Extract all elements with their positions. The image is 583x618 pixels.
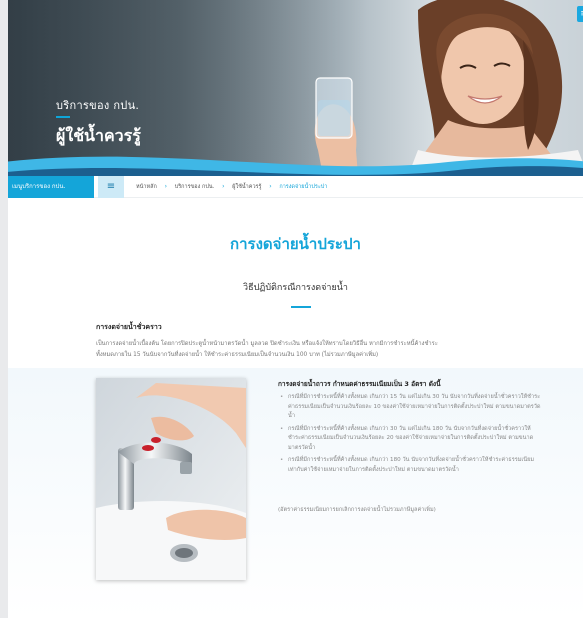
temporary-cutoff-text-line: เป็นการงดจ่ายน้ำเบื้องต้น โดยการปิดประตู… [96, 341, 438, 347]
list-item: กรณีที่มีการชำระหนี้ที่ค้างทั้งหมด เกินก… [280, 456, 542, 475]
chevron-right-icon: › [164, 183, 167, 190]
hero-wave [8, 156, 583, 176]
chevron-right-icon: › [222, 183, 225, 190]
temporary-cutoff-text-line: ทั้งหมดภายใน 15 วันนับจากวันที่งดจ่ายน้ำ… [96, 352, 379, 358]
breadcrumb: หน้าหลัก › บริการของ กปน. › ผู้ใช้น้ำควร… [136, 176, 327, 198]
breadcrumb-services[interactable]: บริการของ กปน. [175, 184, 215, 190]
hamburger-icon[interactable]: ≡ [98, 176, 124, 198]
hero-banner: บริการของ กปน. ผู้ใช้น้ำควรรู้ [8, 0, 583, 176]
hero-title: ผู้ใช้น้ำควรรู้ [56, 126, 141, 145]
faucet-photo [96, 378, 246, 580]
list-item: กรณีที่มีการชำระหนี้ที่ค้างทั้งหมด เกินก… [280, 393, 542, 422]
fee-note: (อัตราค่าธรรมเนียมการยกเลิกการงดจ่ายน้ำไ… [278, 507, 436, 513]
service-menu-button[interactable]: เมนูบริการของ กปน. [8, 176, 94, 198]
fee-rate-list: กรณีที่มีการชำระหนี้ที่ค้างทั้งหมด เกินก… [280, 393, 542, 478]
corner-menu-icon[interactable]: ≡ [577, 6, 583, 22]
list-item: กรณีที่มีการชำระหนี้ที่ค้างทั้งหมด เกินก… [280, 425, 542, 454]
page: บริการของ กปน. ผู้ใช้น้ำควรรู้ ≡ เมนูบริ… [8, 0, 583, 618]
permanent-cutoff-heading: การงดจ่ายน้ำถาวร กำหนดค่าธรรมเนียมเป็น 3… [278, 380, 441, 388]
hero-divider [56, 116, 70, 118]
subtitle-divider [291, 306, 311, 308]
hero-subtitle: บริการของ กปน. [56, 99, 140, 112]
breadcrumb-home[interactable]: หน้าหลัก [136, 184, 157, 190]
faucet-illustration [96, 378, 246, 580]
page-title: การงดจ่ายน้ำประปา [230, 235, 361, 253]
section-subtitle: วิธีปฏิบัติกรณีการงดจ่ายน้ำ [243, 283, 348, 293]
service-navbar: เมนูบริการของ กปน. ≡ หน้าหลัก › บริการขอ… [8, 176, 583, 198]
temporary-cutoff-heading: การงดจ่ายน้ำชั่วคราว [96, 323, 162, 331]
breadcrumb-user-info[interactable]: ผู้ใช้น้ำควรรู้ [232, 184, 261, 190]
breadcrumb-current: การงดจ่ายน้ำประปา [279, 184, 328, 190]
chevron-right-icon: › [269, 183, 272, 190]
